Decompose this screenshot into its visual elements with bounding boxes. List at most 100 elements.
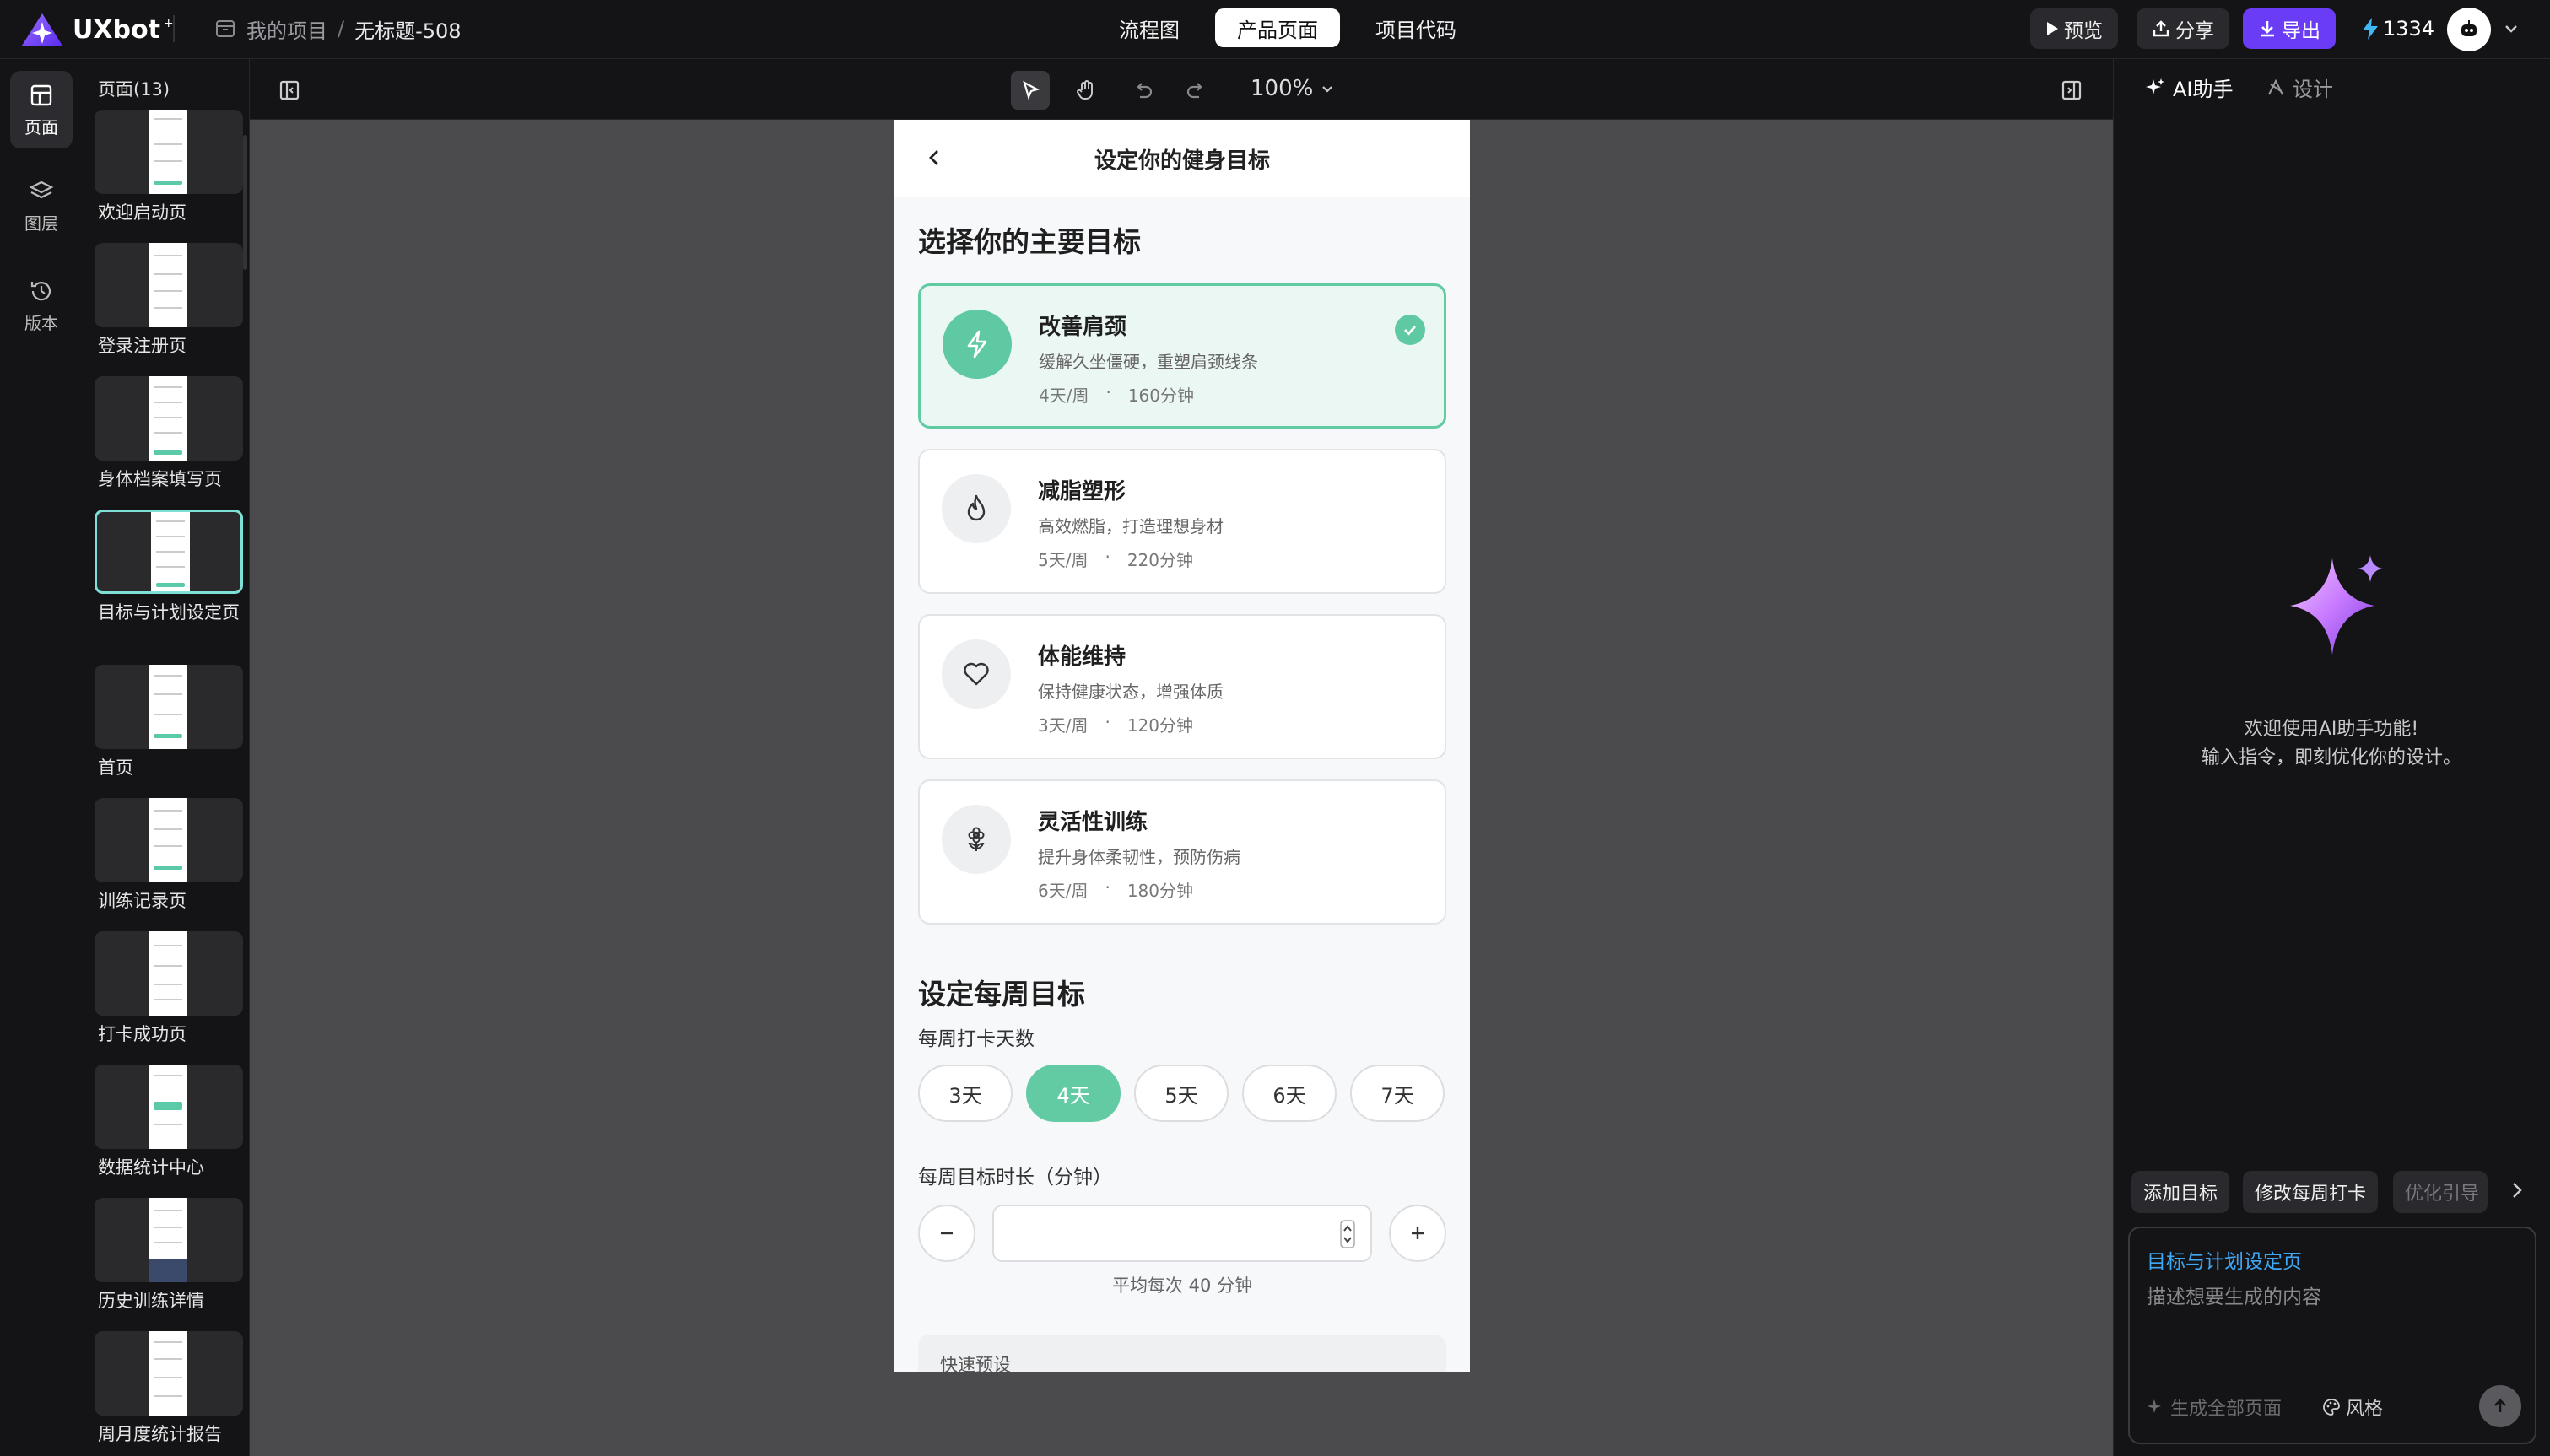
- duration-input[interactable]: [992, 1205, 1372, 1262]
- chevron-down-icon: [1322, 86, 1333, 93]
- tab-design[interactable]: 设计: [2266, 73, 2333, 102]
- page-item-history-detail[interactable]: 历史训练详情: [95, 1198, 243, 1313]
- phone-artboard[interactable]: 设定你的健身目标 选择你的主要目标 改善肩颈 缓解久坐僵硬，重塑肩颈线条 4天/…: [894, 120, 1470, 1372]
- day-option-5[interactable]: 5天: [1134, 1065, 1229, 1122]
- rail-item-layers[interactable]: 图层: [10, 167, 73, 245]
- undo-icon: [1137, 83, 1153, 99]
- preview-button[interactable]: 预览: [2030, 8, 2118, 49]
- page-item-welcome[interactable]: 欢迎启动页: [95, 110, 243, 224]
- days-selector: 3天 4天 5天 6天 7天: [918, 1065, 1445, 1122]
- page-item-home[interactable]: 首页: [95, 665, 243, 779]
- goal-days: 3天/周: [1038, 715, 1089, 736]
- page-item-body-profile[interactable]: 身体档案填写页: [95, 376, 243, 491]
- rail-item-versions[interactable]: 版本: [10, 267, 73, 344]
- tab-flowchart[interactable]: 流程图: [1097, 8, 1202, 47]
- flower-icon: [968, 827, 985, 851]
- page-thumbnail: [95, 1198, 243, 1282]
- page-item-checkin-success[interactable]: 打卡成功页: [95, 931, 243, 1046]
- page-label: 登录注册页: [98, 336, 186, 356]
- page-item-stats-center[interactable]: 数据统计中心: [95, 1065, 243, 1179]
- prompt-page-tag[interactable]: 目标与计划设定页: [2147, 1245, 2302, 1274]
- breadcrumb-project[interactable]: 我的项目: [246, 14, 327, 44]
- toggle-right-panel-button[interactable]: [2052, 71, 2091, 110]
- share-icon: [2153, 20, 2169, 37]
- zoom-select[interactable]: 100%: [1251, 76, 1335, 101]
- goal-card-fat-loss[interactable]: 减脂塑形 高效燃脂，打造理想身材 5天/周 · 220分钟: [918, 449, 1446, 594]
- page-item-training-log[interactable]: 训练记录页: [95, 798, 243, 913]
- page-label: 打卡成功页: [98, 1024, 186, 1044]
- page-thumbnail: [95, 110, 243, 194]
- phone-header: 设定你的健身目标: [894, 120, 1470, 197]
- goal-days: 4天/周: [1039, 386, 1089, 406]
- canvas-toolbar: 100%: [250, 59, 2113, 120]
- pages-icon: [30, 84, 52, 105]
- style-label: 风格: [2346, 1399, 2384, 1420]
- goal-name: 体能维持: [1038, 644, 1126, 670]
- export-label: 导出: [2282, 20, 2320, 42]
- download-icon: [2261, 21, 2274, 37]
- chevron-down-icon[interactable]: [2501, 19, 2521, 39]
- share-button[interactable]: 分享: [2137, 8, 2229, 49]
- send-button[interactable]: [2479, 1385, 2521, 1427]
- goal-card-flexibility[interactable]: 灵活性训练 提升身体柔韧性，预防伤病 6天/周 · 180分钟: [918, 779, 1446, 925]
- goal-card-shoulder[interactable]: 改善肩颈 缓解久坐僵硬，重塑肩颈线条 4天/周 · 160分钟: [918, 283, 1446, 429]
- tab-product-pages[interactable]: 产品页面: [1215, 8, 1340, 47]
- day-option-7[interactable]: 7天: [1350, 1065, 1445, 1122]
- logo-text: UXbot: [73, 14, 160, 45]
- selected-check-icon: [1395, 315, 1425, 345]
- logo-sup: +: [163, 17, 174, 30]
- day-option-4[interactable]: 4天: [1026, 1065, 1121, 1122]
- layers-icon: [29, 181, 54, 198]
- page-item-login[interactable]: 登录注册页: [95, 243, 243, 358]
- page-item-goal-plan[interactable]: 目标与计划设定页: [95, 510, 243, 624]
- prompt-input[interactable]: 描述想要生成的内容: [2147, 1281, 2321, 1309]
- export-button[interactable]: 导出: [2243, 8, 2336, 49]
- goal-days: 5天/周: [1038, 550, 1089, 570]
- goal-meta: 4天/周 · 160分钟: [1039, 382, 1194, 407]
- avatar[interactable]: [2447, 8, 2491, 51]
- app-logo[interactable]: UXbot +: [20, 12, 174, 47]
- day-option-6[interactable]: 6天: [1242, 1065, 1337, 1122]
- page-item-weekly-monthly-report[interactable]: 周月度统计报告: [95, 1331, 243, 1446]
- redo-button[interactable]: [1176, 71, 1215, 110]
- uxbot-logo-icon: [22, 13, 62, 46]
- goal-name: 减脂塑形: [1038, 479, 1126, 504]
- panel-left-icon: [279, 80, 300, 100]
- select-tool-button[interactable]: [1011, 71, 1050, 110]
- suggestion-chip-add-goal[interactable]: 添加目标: [2131, 1171, 2230, 1213]
- ai-sparkle-icon: [2290, 555, 2383, 655]
- undo-button[interactable]: [1124, 71, 1163, 110]
- goal-card-maintain[interactable]: 体能维持 保持健康状态，增强体质 3天/周 · 120分钟: [918, 614, 1446, 759]
- credits-counter[interactable]: 1334: [2361, 10, 2434, 47]
- minus-icon: [941, 1232, 953, 1235]
- lightning-icon: [2363, 18, 2378, 40]
- spinner-arrows-icon[interactable]: [1340, 1220, 1355, 1248]
- suggestion-chip-edit-weekly[interactable]: 修改每周打卡: [2243, 1171, 2379, 1213]
- chevron-right-icon[interactable]: [2506, 1179, 2528, 1201]
- style-button[interactable]: 风格: [2322, 1394, 2383, 1421]
- goal-name: 改善肩颈: [1039, 315, 1127, 340]
- generate-all-button[interactable]: 生成全部页面: [2147, 1394, 2282, 1421]
- decrement-button[interactable]: [918, 1205, 975, 1262]
- rail-label-pages: 页面: [24, 116, 58, 138]
- goal-meta-dot: ·: [1105, 382, 1111, 402]
- tab-ai-assistant[interactable]: AI助手: [2144, 73, 2234, 102]
- generate-all-label: 生成全部页面: [2170, 1399, 2283, 1420]
- pages-scrollbar[interactable]: [243, 135, 247, 270]
- increment-button[interactable]: [1389, 1205, 1446, 1262]
- rail-label-versions: 版本: [24, 312, 58, 333]
- goal-meta: 5天/周 · 220分钟: [1038, 547, 1193, 571]
- page-thumbnail: [95, 665, 243, 749]
- breadcrumb-current[interactable]: 无标题-508: [354, 14, 461, 44]
- prompt-box[interactable]: 目标与计划设定页 描述想要生成的内容 生成全部页面 风格: [2128, 1227, 2536, 1444]
- tab-ai-label: AI助手: [2173, 78, 2234, 101]
- credits-value: 1334: [2383, 17, 2435, 40]
- tab-project-code[interactable]: 项目代码: [1353, 8, 1478, 47]
- toggle-left-panel-button[interactable]: [270, 71, 309, 110]
- rail-item-pages[interactable]: 页面: [10, 71, 73, 148]
- folder-icon: [216, 20, 235, 37]
- hand-tool-button[interactable]: [1067, 71, 1105, 110]
- goal-icon: [942, 639, 1011, 709]
- suggestion-chip-optimize[interactable]: 优化引导: [2393, 1171, 2488, 1213]
- day-option-3[interactable]: 3天: [918, 1065, 1013, 1122]
